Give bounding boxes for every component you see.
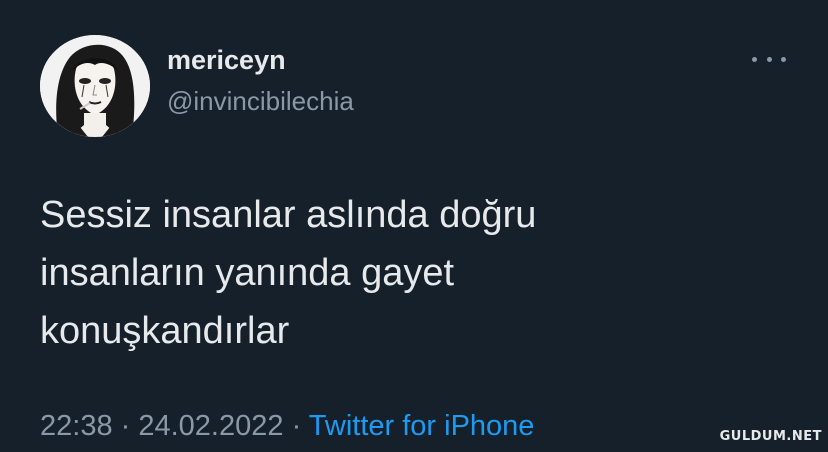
- tweet-meta: 22:38 · 24.02.2022 · Twitter for iPhone: [40, 408, 534, 444]
- tweet-line: Sessiz insanlar aslında doğru: [40, 194, 537, 236]
- tweet-source-link[interactable]: Twitter for iPhone: [309, 410, 535, 442]
- meta-separator: ·: [283, 410, 309, 442]
- user-handle[interactable]: @invincibilechia: [167, 86, 354, 116]
- meta-separator: ·: [112, 410, 139, 442]
- dot-icon: [752, 56, 757, 62]
- tweet-date[interactable]: 24.02.2022: [138, 410, 283, 442]
- dot-icon: [766, 56, 772, 62]
- tweet-time[interactable]: 22:38: [40, 410, 113, 442]
- dot-icon: [781, 56, 786, 62]
- avatar[interactable]: [40, 35, 150, 137]
- tweet-line: konuşkandırlar: [40, 310, 290, 352]
- watermark: GULDUM.NET: [719, 429, 822, 444]
- tweet-text: Sessiz insanlar aslında doğru insanların…: [40, 186, 800, 360]
- display-name[interactable]: mericeyn: [167, 44, 286, 76]
- avatar-illustration-icon: [40, 35, 150, 137]
- tweet-card: mericeyn @invincibilechia Sessiz insanla…: [0, 0, 828, 452]
- more-dots-icon[interactable]: [752, 52, 786, 66]
- tweet-line: insanların yanında gayet: [40, 252, 455, 294]
